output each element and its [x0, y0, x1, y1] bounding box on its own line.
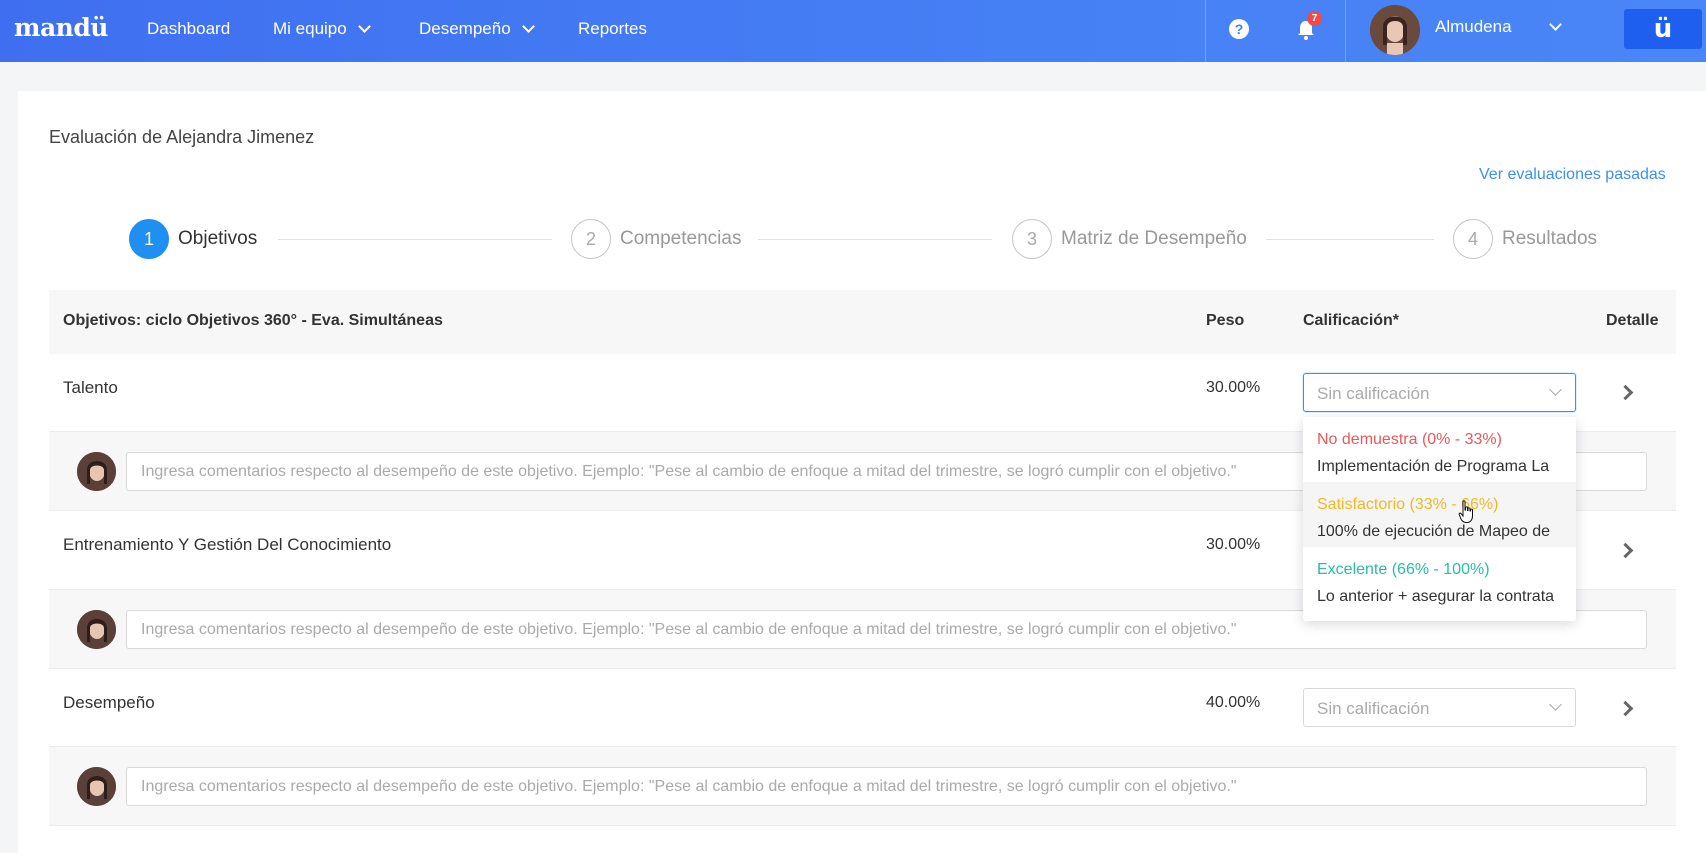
col-header-detalle: Detalle — [1606, 312, 1659, 329]
past-evaluations-link[interactable]: Ver evaluaciones pasadas — [1479, 166, 1666, 184]
step-label: Objetivos — [178, 228, 258, 249]
help-icon[interactable]: ? — [1229, 19, 1249, 39]
user-avatar[interactable] — [1370, 5, 1420, 55]
step-number: 4 — [1453, 219, 1493, 259]
objective-name: Talento — [63, 378, 118, 397]
evaluee-avatar — [77, 767, 116, 806]
objective-name: Entrenamiento Y Gestión Del Conocimiento — [63, 535, 392, 554]
stepper-line — [278, 239, 552, 240]
rating-option-title: Excelente (66% - 100%) — [1317, 561, 1490, 578]
step-label: Resultados — [1502, 228, 1598, 249]
stepper-line — [758, 239, 992, 240]
step-resultados[interactable]: 4 Resultados — [1453, 219, 1597, 259]
nav-dashboard[interactable]: Dashboard — [147, 19, 230, 39]
evaluee-avatar — [77, 452, 116, 491]
nav-desempeno[interactable]: Desempeño — [419, 19, 535, 39]
objective-weight: 40.00% — [1206, 694, 1261, 711]
rating-option-desc: Lo anterior + asegurar la contrata — [1317, 588, 1555, 605]
chevron-down-icon — [1549, 698, 1562, 711]
nav-reportes[interactable]: Reportes — [578, 19, 647, 39]
rating-select[interactable]: Sin calificación — [1303, 688, 1576, 727]
step-number: 3 — [1012, 219, 1052, 259]
chevron-right-icon[interactable] — [1617, 542, 1634, 559]
nav-dashboard-label: Dashboard — [147, 19, 231, 38]
nav-divider — [1345, 0, 1346, 62]
rating-option-desc: Implementación de Programa La — [1317, 458, 1550, 475]
chevron-down-icon[interactable] — [1549, 18, 1562, 31]
hand-cursor-icon — [1458, 500, 1473, 523]
rating-option-title: No demuestra (0% - 33%) — [1317, 431, 1502, 448]
objective-weight: 30.00% — [1206, 379, 1261, 396]
rating-option-excelente[interactable]: Excelente (66% - 100%) Lo anterior + ase… — [1303, 547, 1576, 612]
rating-option-no-demuestra[interactable]: No demuestra (0% - 33%) Implementación d… — [1303, 417, 1576, 482]
step-label: Competencias — [620, 228, 742, 249]
table-row: Desempeño 40.00% Sin calificación — [49, 669, 1676, 747]
nav-divider — [1205, 0, 1206, 62]
objective-name: Desempeño — [63, 693, 155, 712]
chevron-down-icon — [357, 20, 371, 33]
brand-button[interactable]: ü — [1624, 9, 1702, 49]
chevron-down-icon — [521, 20, 535, 33]
rating-select-placeholder: Sin calificación — [1317, 384, 1430, 403]
col-header-peso: Peso — [1206, 312, 1245, 329]
step-number: 1 — [129, 219, 169, 259]
step-objetivos[interactable]: 1 Objetivos — [129, 219, 257, 259]
evaluee-avatar — [77, 610, 116, 649]
stepper-line — [1266, 239, 1434, 240]
rating-dropdown-menu: No demuestra (0% - 33%) Implementación d… — [1303, 417, 1576, 621]
rating-select[interactable]: Sin calificación — [1303, 373, 1576, 412]
col-header-calificacion: Calificación* — [1303, 312, 1400, 329]
step-matriz-desempeno[interactable]: 3 Matriz de Desempeño — [1012, 219, 1247, 259]
comment-row: Ingresa comentarios respecto al desempeñ… — [49, 747, 1676, 826]
col-header-objetivos: Objetivos: ciclo Objetivos 360° - Eva. S… — [63, 312, 443, 329]
nav-mi-equipo-label: Mi equipo — [273, 19, 347, 38]
step-number: 2 — [571, 219, 611, 259]
chevron-down-icon — [1549, 383, 1562, 396]
page-title: Evaluación de Alejandra Jimenez — [49, 127, 315, 147]
comment-input[interactable]: Ingresa comentarios respecto al desempeñ… — [126, 767, 1647, 806]
chevron-right-icon[interactable] — [1617, 384, 1634, 401]
step-label: Matriz de Desempeño — [1061, 228, 1247, 249]
notification-badge: 7 — [1307, 11, 1322, 26]
top-navbar: mandü Dashboard Mi equipo Desempeño Repo… — [0, 0, 1706, 62]
chevron-right-icon[interactable] — [1617, 700, 1634, 717]
nav-mi-equipo[interactable]: Mi equipo — [273, 19, 371, 39]
nav-desempeno-label: Desempeño — [419, 19, 511, 38]
nav-reportes-label: Reportes — [578, 19, 647, 38]
objective-weight: 30.00% — [1206, 536, 1261, 553]
rating-option-satisfactorio[interactable]: Satisfactorio (33% - 66%) 100% de ejecuc… — [1303, 482, 1576, 547]
rating-option-desc: 100% de ejecución de Mapeo de — [1317, 523, 1551, 540]
step-competencias[interactable]: 2 Competencias — [571, 219, 741, 259]
mandu-logo[interactable]: mandü — [14, 13, 108, 42]
rating-select-placeholder: Sin calificación — [1317, 699, 1430, 718]
user-name[interactable]: Almudena — [1435, 17, 1512, 37]
